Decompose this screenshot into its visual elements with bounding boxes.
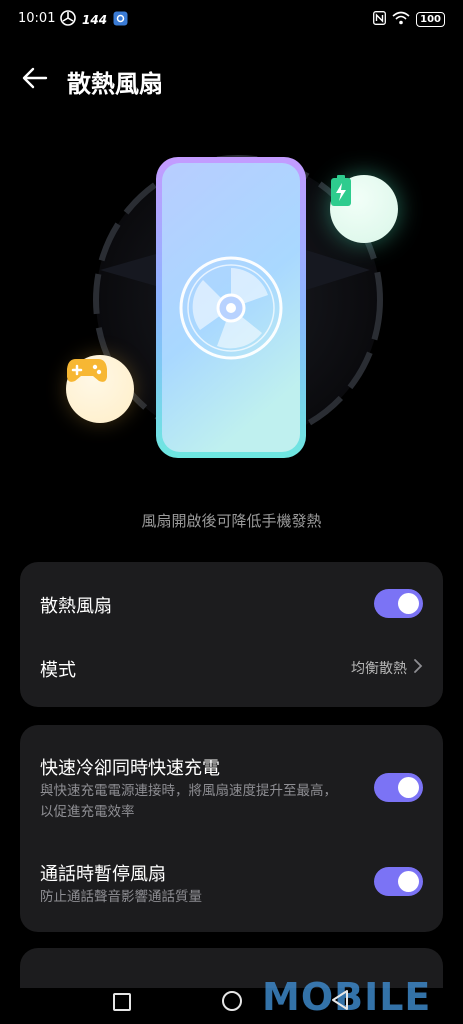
- status-right-icons: 100: [373, 10, 445, 29]
- status-bar: 10:01 144 100: [0, 0, 463, 40]
- nav-back-button[interactable]: [330, 989, 350, 1011]
- back-arrow-icon: [22, 67, 48, 89]
- fan-settings-card: 散熱風扇 模式 均衡散熱: [20, 562, 443, 707]
- refresh-rate: 144: [82, 13, 108, 27]
- status-left-icons: 144: [60, 10, 128, 30]
- game-badge: [66, 355, 134, 423]
- nfc-icon: [373, 10, 387, 29]
- wifi-icon: [392, 10, 410, 29]
- recents-button[interactable]: [113, 993, 131, 1011]
- chevron-right-icon: [414, 659, 423, 673]
- gamepad-icon: [67, 359, 107, 382]
- pause-on-call-label: 通話時暫停風扇: [40, 864, 166, 885]
- pause-on-call-toggle[interactable]: [374, 867, 423, 896]
- fan-toggle[interactable]: [374, 589, 423, 618]
- battery-charging-icon: [331, 175, 351, 206]
- toggle-knob: [398, 777, 419, 798]
- hero-graphic: [93, 155, 383, 458]
- hero-illustration: [0, 140, 463, 480]
- advanced-settings-card: 快速冷卻同時快速充電 與快速充電電源連接時，將風扇速度提升至最高，以促進充電效率…: [20, 725, 443, 932]
- back-button[interactable]: [20, 63, 54, 93]
- battery-badge: [330, 175, 398, 243]
- pause-on-call-description: 防止通話聲音影響通話質量: [40, 889, 202, 905]
- hero-caption: 風扇開啟後可降低手機發熱: [141, 512, 322, 530]
- settings-badge-icon: [113, 11, 128, 30]
- status-time: 10:01: [18, 11, 56, 26]
- page-title: 散熱風扇: [67, 70, 163, 98]
- mode-label: 模式: [40, 660, 76, 681]
- fan-toggle-label: 散熱風扇: [40, 596, 112, 617]
- fast-charge-toggle[interactable]: [374, 773, 423, 802]
- fast-charge-description: 與快速充電電源連接時，將風扇速度提升至最高，以促進充電效率: [40, 783, 337, 820]
- app-header: 散熱風扇: [0, 55, 463, 105]
- battery-icon: 100: [416, 12, 445, 27]
- system-nav-bar: MOBILE: [0, 975, 463, 1024]
- home-button[interactable]: [222, 991, 242, 1011]
- fan-status-icon: [60, 10, 76, 30]
- fast-charge-label: 快速冷卻同時快速充電: [40, 758, 220, 779]
- mode-value: 均衡散熱: [351, 661, 407, 677]
- toggle-knob: [398, 871, 419, 892]
- toggle-knob: [398, 593, 419, 614]
